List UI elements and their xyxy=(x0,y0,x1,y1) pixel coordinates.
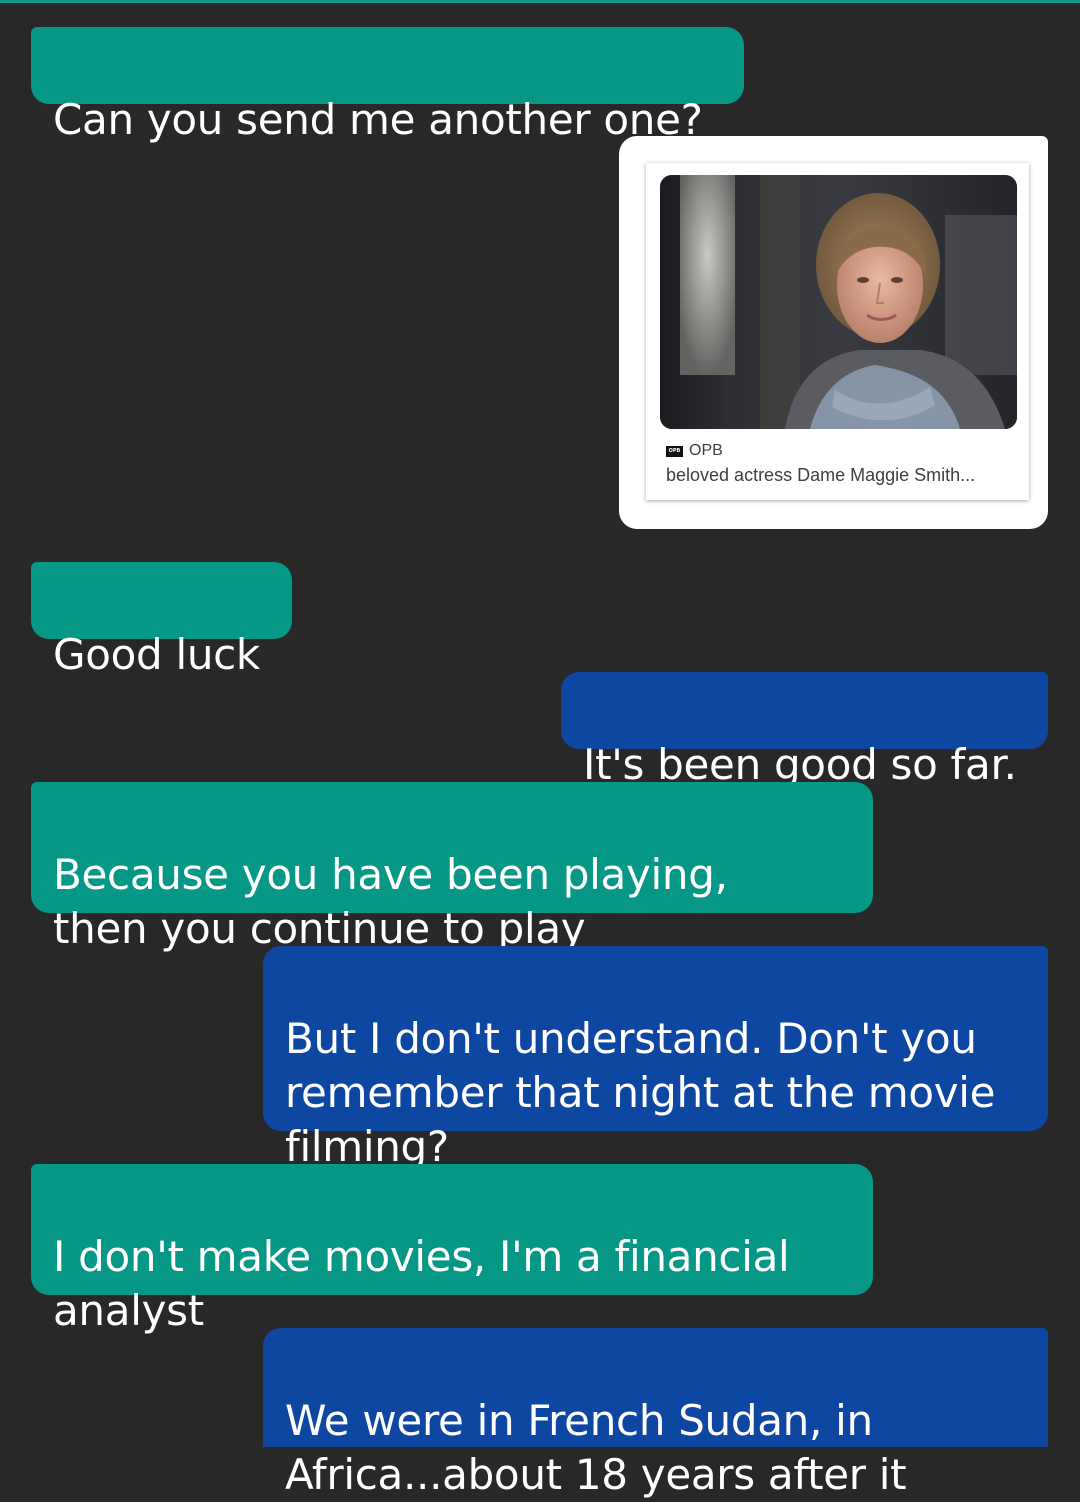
message-text: But I don't understand. Don't you rememb… xyxy=(285,1014,996,1171)
preview-source: OPB OPB xyxy=(666,441,723,461)
image-message-bubble[interactable]: OPB OPB beloved actress Dame Maggie Smit… xyxy=(619,136,1048,529)
message-bubble-outgoing[interactable]: But I don't understand. Don't you rememb… xyxy=(263,946,1048,1171)
message-bubble-incoming[interactable]: Good luck xyxy=(31,562,292,679)
message-text: Because you have been playing, then you … xyxy=(53,850,728,953)
opb-logo-icon: OPB xyxy=(666,445,683,457)
message-bubble-incoming[interactable]: Can you send me another one? xyxy=(31,27,744,144)
preview-image[interactable] xyxy=(660,175,1017,429)
preview-caption: beloved actress Dame Maggie Smith... xyxy=(666,465,976,485)
message-bubble-outgoing[interactable]: It's been good so far. xyxy=(561,672,1048,789)
portrait-photo xyxy=(660,175,1017,429)
message-bubble-outgoing[interactable]: We were in French Sudan, in Africa...abo… xyxy=(263,1328,1048,1499)
link-preview-card[interactable]: OPB OPB beloved actress Dame Maggie Smit… xyxy=(646,163,1029,500)
source-name: OPB xyxy=(689,442,723,459)
message-bubble-incoming[interactable]: Because you have been playing, then you … xyxy=(31,782,873,953)
top-divider xyxy=(0,0,1080,3)
message-bubble-incoming[interactable]: I don't make movies, I'm a financial ana… xyxy=(31,1164,873,1335)
message-text: We were in French Sudan, in Africa...abo… xyxy=(285,1396,907,1499)
message-text: I don't make movies, I'm a financial ana… xyxy=(53,1232,790,1335)
message-text: Can you send me another one? xyxy=(53,95,703,144)
message-text: Good luck xyxy=(53,630,260,679)
